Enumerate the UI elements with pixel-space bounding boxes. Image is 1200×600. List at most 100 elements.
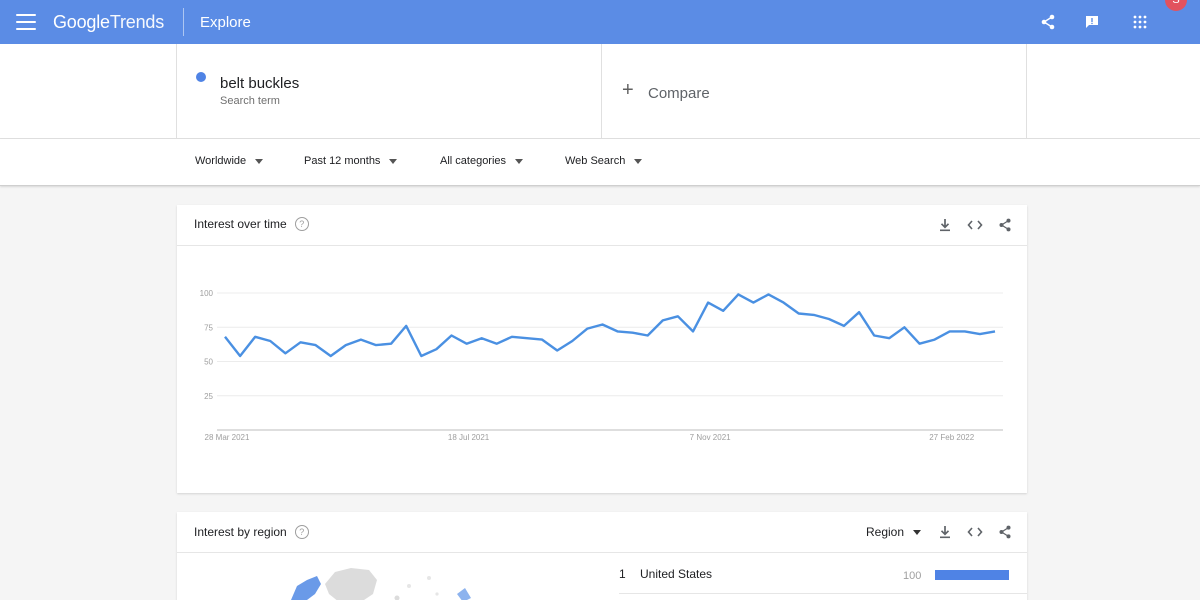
- term-color-dot: [196, 72, 206, 82]
- world-map[interactable]: [277, 564, 497, 600]
- compare-button[interactable]: + Compare: [602, 44, 1027, 138]
- data-point[interactable]: [373, 342, 379, 348]
- data-point[interactable]: [569, 338, 575, 344]
- interest-by-region-title-text: Interest by region: [194, 525, 287, 539]
- y-tick-label: 25: [204, 392, 213, 401]
- data-point[interactable]: [796, 311, 802, 317]
- share-icon[interactable]: [1038, 12, 1058, 32]
- download-icon[interactable]: [936, 216, 954, 234]
- filter-bar: Worldwide Past 12 months All categories …: [0, 139, 1200, 186]
- data-point[interactable]: [630, 330, 636, 336]
- data-point[interactable]: [856, 309, 862, 315]
- data-point[interactable]: [932, 337, 938, 343]
- data-point[interactable]: [297, 339, 303, 345]
- time-filter-dropdown[interactable]: Past 12 months: [304, 155, 398, 167]
- data-point[interactable]: [705, 300, 711, 306]
- data-point[interactable]: [222, 334, 228, 340]
- data-point[interactable]: [358, 337, 364, 343]
- caret-down-icon: [255, 158, 264, 164]
- top-app-bar: GoogleTrends Explore S: [0, 0, 1200, 44]
- data-point[interactable]: [343, 342, 349, 348]
- data-point[interactable]: [675, 313, 681, 319]
- data-point[interactable]: [826, 316, 832, 322]
- data-point[interactable]: [599, 322, 605, 328]
- menu-icon[interactable]: [16, 14, 36, 30]
- help-icon[interactable]: ?: [294, 524, 309, 539]
- plus-icon: +: [622, 79, 634, 101]
- data-point[interactable]: [690, 328, 696, 334]
- data-point[interactable]: [615, 328, 621, 334]
- account-button[interactable]: S: [1165, 0, 1187, 11]
- category-filter-dropdown[interactable]: All categories: [440, 155, 524, 167]
- embed-code-icon[interactable]: [966, 216, 984, 234]
- data-point[interactable]: [388, 341, 394, 347]
- data-point[interactable]: [660, 317, 666, 323]
- data-point[interactable]: [313, 342, 319, 348]
- download-icon[interactable]: [936, 523, 954, 541]
- region-resolution-dropdown[interactable]: Region: [866, 525, 922, 539]
- data-point[interactable]: [524, 335, 530, 341]
- category-filter-value: All categories: [440, 155, 507, 167]
- avatar: S: [1165, 0, 1187, 11]
- google-trends-logo[interactable]: GoogleTrends: [53, 12, 164, 33]
- caret-down-icon: [634, 158, 643, 164]
- data-point[interactable]: [871, 332, 877, 338]
- data-point[interactable]: [554, 348, 560, 354]
- embed-code-icon[interactable]: [966, 523, 984, 541]
- data-point[interactable]: [901, 324, 907, 330]
- share-icon[interactable]: [996, 523, 1014, 541]
- data-point[interactable]: [947, 328, 953, 334]
- data-point[interactable]: [917, 341, 923, 347]
- data-point[interactable]: [464, 341, 470, 347]
- search-term-card[interactable]: belt buckles Search term: [176, 44, 602, 138]
- search-term-bar: belt buckles Search term + Compare: [0, 44, 1200, 139]
- data-point[interactable]: [433, 346, 439, 352]
- search-term-name: belt buckles: [220, 75, 300, 92]
- region-value: 100: [903, 570, 922, 582]
- data-point[interactable]: [539, 337, 545, 343]
- time-filter-value: Past 12 months: [304, 155, 381, 167]
- data-point[interactable]: [720, 308, 726, 314]
- interest-over-time-title: Interest over time?: [194, 216, 309, 232]
- data-point[interactable]: [328, 353, 334, 359]
- region-rank: 1: [619, 567, 626, 581]
- data-point[interactable]: [781, 300, 787, 306]
- data-point[interactable]: [992, 328, 998, 334]
- caret-down-icon: [515, 158, 524, 164]
- data-point[interactable]: [282, 350, 288, 356]
- x-tick-label: 28 Mar 2021: [205, 433, 250, 442]
- chart-x-axis: 28 Mar 2021 18 Jul 2021 7 Nov 2021 27 Feb 2…: [205, 433, 975, 442]
- data-point[interactable]: [886, 335, 892, 341]
- region-filter-dropdown[interactable]: Worldwide: [195, 155, 264, 167]
- interest-over-time-chart[interactable]: 25 50 75 100 28 Mar 2021 18 Jul 2021 7 Nov 20…: [177, 247, 1027, 487]
- data-point[interactable]: [645, 332, 651, 338]
- search-type-filter-dropdown[interactable]: Web Search: [565, 155, 643, 167]
- interest-by-region-title: Interest by region?: [194, 524, 309, 540]
- data-point[interactable]: [962, 328, 968, 334]
- chart-series: [222, 291, 998, 359]
- data-point[interactable]: [977, 331, 983, 337]
- data-point[interactable]: [750, 300, 756, 306]
- data-point[interactable]: [735, 291, 741, 297]
- data-point[interactable]: [237, 353, 243, 359]
- data-point[interactable]: [811, 312, 817, 318]
- data-point[interactable]: [509, 334, 515, 340]
- data-point[interactable]: [479, 335, 485, 341]
- data-point[interactable]: [267, 338, 273, 344]
- data-point[interactable]: [766, 291, 772, 297]
- apps-grid-icon[interactable]: [1130, 12, 1150, 32]
- help-icon[interactable]: ?: [294, 216, 309, 231]
- data-point[interactable]: [584, 326, 590, 332]
- data-point[interactable]: [494, 341, 500, 347]
- caret-down-icon: [389, 158, 398, 164]
- series-line-belt-buckles[interactable]: [224, 293, 996, 358]
- data-point[interactable]: [252, 334, 258, 340]
- y-tick-label: 50: [204, 358, 213, 367]
- feedback-icon[interactable]: [1082, 12, 1102, 32]
- data-point[interactable]: [418, 353, 424, 359]
- data-point[interactable]: [448, 332, 454, 338]
- share-icon[interactable]: [996, 216, 1014, 234]
- data-point[interactable]: [403, 323, 409, 329]
- card-divider: [177, 552, 1027, 553]
- data-point[interactable]: [841, 323, 847, 329]
